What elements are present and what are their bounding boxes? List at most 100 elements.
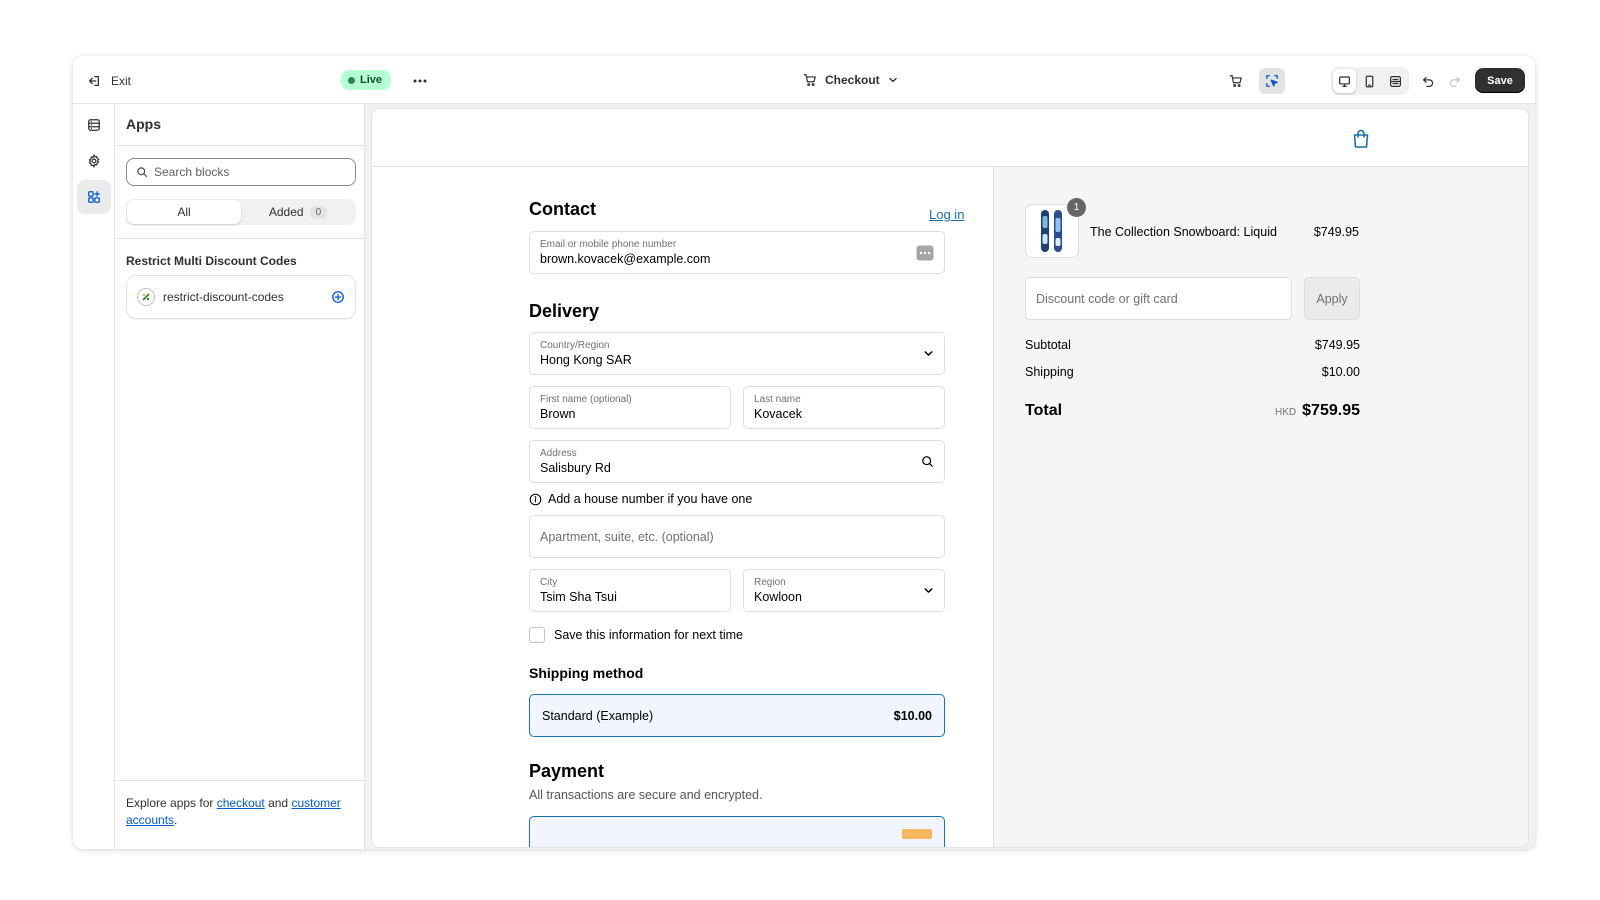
added-count-badge: 0 xyxy=(309,205,328,219)
mobile-icon xyxy=(1366,75,1374,87)
footer-suffix: . xyxy=(174,813,178,827)
gear-icon xyxy=(88,154,100,168)
fullscreen-view-button[interactable] xyxy=(1384,69,1407,93)
sidebar-divider xyxy=(115,780,365,781)
inspector-toggle-button[interactable] xyxy=(1259,68,1285,94)
exit-button[interactable]: Exit xyxy=(87,70,131,92)
save-info-checkbox[interactable] xyxy=(529,627,545,643)
device-preview-group xyxy=(1331,67,1409,95)
address-value: Salisbury Rd xyxy=(540,461,611,475)
sidebar-footer: Explore apps for checkout and customer a… xyxy=(126,795,351,829)
login-link[interactable]: Log in xyxy=(929,207,964,222)
product-name: The Collection Snowboard: Liquid xyxy=(1090,225,1277,239)
sidebar-divider xyxy=(115,238,365,239)
discount-code-input[interactable] xyxy=(1036,291,1276,306)
sections-icon xyxy=(88,119,100,131)
sidebar-divider xyxy=(115,145,365,146)
full-width-icon xyxy=(1389,75,1401,87)
order-summary: 1 The Collection Snowboard: Liquid $749.… xyxy=(993,167,1528,847)
discount-code-field[interactable] xyxy=(1025,277,1292,320)
shipping-option-name: Standard (Example) xyxy=(542,708,654,723)
rail-apps-button[interactable] xyxy=(77,180,111,214)
redo-icon xyxy=(1449,76,1460,87)
cart-icon xyxy=(803,73,817,87)
city-label: City xyxy=(540,577,558,588)
shipping-method-heading: Shipping method xyxy=(529,665,644,681)
shipping-value: $10.00 xyxy=(1321,365,1360,379)
chevron-down-icon xyxy=(923,348,934,359)
address-hint-text: Add a house number if you have one xyxy=(548,492,753,506)
save-button[interactable]: Save xyxy=(1475,68,1525,93)
rail-sections-button[interactable] xyxy=(77,108,111,142)
more-actions-button[interactable] xyxy=(409,70,431,92)
checkout-header xyxy=(372,109,1528,167)
undo-button[interactable] xyxy=(1415,68,1441,94)
payment-method-option[interactable] xyxy=(529,816,945,847)
rail-settings-button[interactable] xyxy=(77,144,111,178)
subtotal-row: Subtotal $749.95 xyxy=(1025,338,1360,352)
app-block-card[interactable]: restrict-discount-codes xyxy=(126,275,356,319)
page-selector[interactable]: Checkout xyxy=(803,69,898,91)
city-value: Tsim Sha Tsui xyxy=(540,590,617,604)
contact-heading: Contact xyxy=(529,199,596,219)
total-label: Total xyxy=(1025,402,1063,419)
desktop-view-button[interactable] xyxy=(1333,69,1357,93)
add-block-button[interactable] xyxy=(331,290,345,304)
subtotal-value: $749.95 xyxy=(1314,338,1360,352)
last-name-label: Last name xyxy=(754,394,801,405)
payment-heading: Payment xyxy=(529,761,605,781)
search-icon xyxy=(137,167,148,178)
region-select[interactable]: Region Kowloon xyxy=(743,569,945,612)
last-name-field[interactable]: Last name Kovacek xyxy=(743,386,945,429)
filter-tabs: All Added 0 xyxy=(126,199,356,225)
redo-button[interactable] xyxy=(1441,68,1467,94)
tab-all[interactable]: All xyxy=(127,200,241,224)
chevron-down-icon xyxy=(888,75,898,85)
chevron-down-icon xyxy=(923,585,934,596)
total-amount: HKD $759.95 xyxy=(1275,402,1360,420)
ellipsis-icon xyxy=(413,79,427,83)
address-field[interactable]: Address Salisbury Rd xyxy=(529,440,945,483)
app-group-title: Restrict Multi Discount Codes xyxy=(126,254,297,268)
first-name-field[interactable]: First name (optional) Brown xyxy=(529,386,731,429)
country-value: Hong Kong SAR xyxy=(540,353,632,367)
autofill-key-icon xyxy=(916,245,934,261)
save-info-label: Save this information for next time xyxy=(554,628,743,642)
card-brand-icon xyxy=(902,829,932,839)
cart-preview-button[interactable] xyxy=(1223,68,1249,94)
apply-discount-button[interactable]: Apply xyxy=(1304,277,1360,320)
tab-all-label: All xyxy=(177,205,191,219)
live-status-badge: Live xyxy=(341,70,392,90)
editor-icon-rail xyxy=(73,104,115,849)
top-bar: Exit Live Checkout Save xyxy=(73,56,1535,104)
first-name-value: Brown xyxy=(540,407,576,421)
apartment-field[interactable]: Apartment, suite, etc. (optional) xyxy=(529,515,945,558)
search-blocks-field[interactable] xyxy=(126,158,356,186)
shopping-bag-icon[interactable] xyxy=(1352,129,1370,149)
city-field[interactable]: City Tsim Sha Tsui xyxy=(529,569,731,612)
shipping-label: Shipping xyxy=(1025,365,1074,379)
apartment-placeholder: Apartment, suite, etc. (optional) xyxy=(540,530,714,544)
mobile-view-button[interactable] xyxy=(1358,69,1381,93)
total-value: $759.95 xyxy=(1302,402,1360,419)
app-block-name: restrict-discount-codes xyxy=(163,290,284,304)
save-info-row[interactable]: Save this information for next time xyxy=(529,627,743,643)
first-name-label: First name (optional) xyxy=(540,394,632,405)
tab-added[interactable]: Added 0 xyxy=(241,200,355,224)
product-price: $749.95 xyxy=(1313,225,1359,239)
shipping-option[interactable]: Standard (Example) $10.00 xyxy=(529,694,945,737)
email-field[interactable]: Email or mobile phone number brown.kovac… xyxy=(529,231,945,274)
country-select[interactable]: Country/Region Hong Kong SAR xyxy=(529,332,945,375)
last-name-value: Kovacek xyxy=(754,407,802,421)
footer-prefix: Explore apps for xyxy=(126,796,217,810)
info-icon xyxy=(529,493,542,505)
delivery-heading: Delivery xyxy=(529,301,600,321)
apps-icon xyxy=(88,191,100,203)
checkout-apps-link[interactable]: checkout xyxy=(217,796,265,810)
undo-icon xyxy=(1422,76,1433,87)
sidebar-title: Apps xyxy=(126,116,161,132)
snowboard-image-icon xyxy=(1041,210,1062,252)
search-blocks-input[interactable] xyxy=(154,165,344,179)
live-status-label: Live xyxy=(360,74,383,86)
exit-label: Exit xyxy=(111,74,132,88)
